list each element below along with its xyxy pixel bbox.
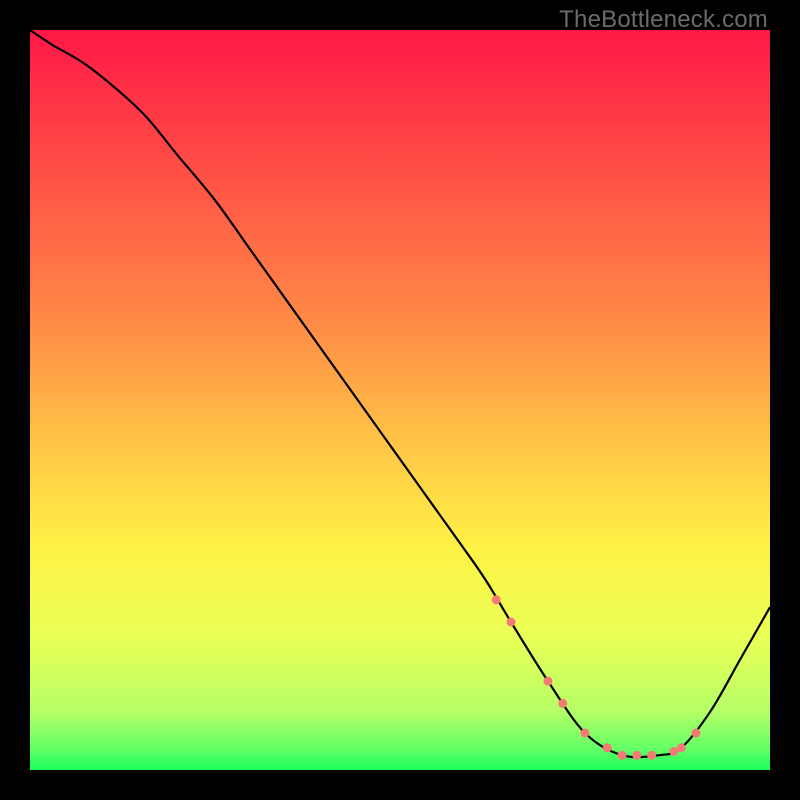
highlight-dot [581,729,590,738]
highlight-dot [692,729,701,738]
highlight-dot [507,618,516,627]
bottleneck-curve [30,30,770,757]
highlight-dot [677,743,686,752]
highlight-dot [544,677,553,686]
curve-layer [30,30,770,770]
highlight-dot [492,595,501,604]
highlight-dot [558,699,567,708]
highlight-dot [618,751,627,760]
highlight-dot [647,751,656,760]
highlight-dot [632,751,641,760]
chart-frame: TheBottleneck.com [0,0,800,800]
optimal-zone-points [492,595,701,759]
highlight-dot [603,743,612,752]
plot-area [30,30,770,770]
